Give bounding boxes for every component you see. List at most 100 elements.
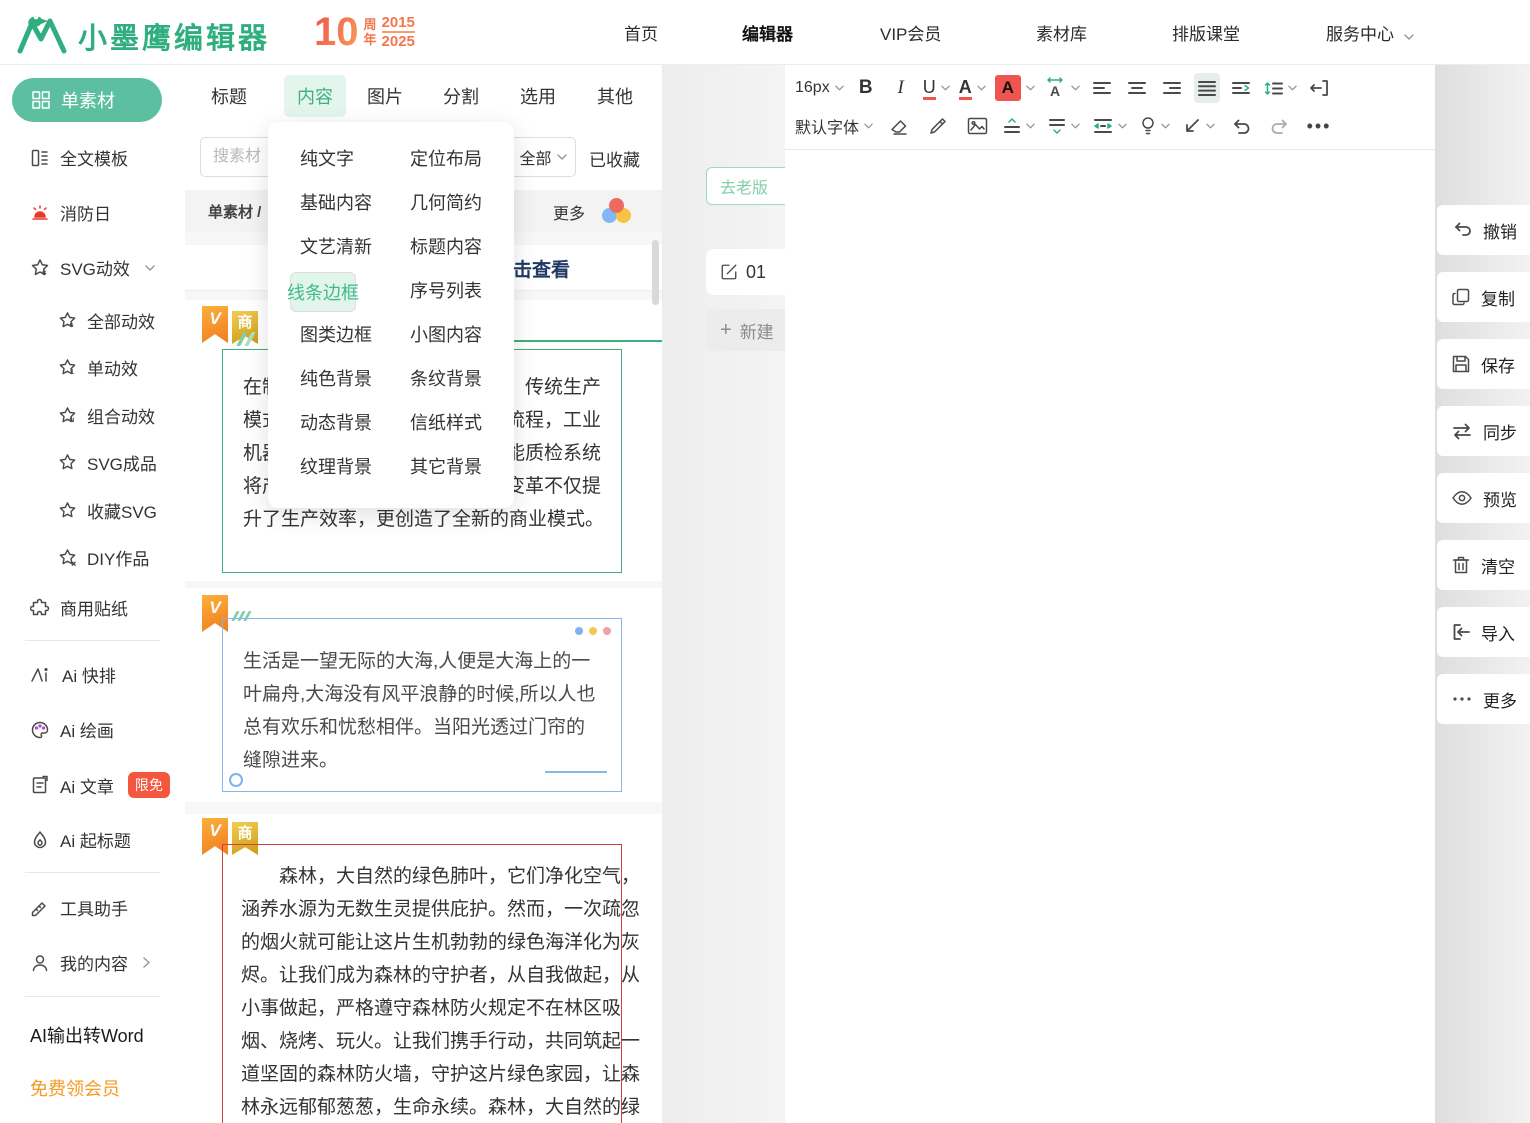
sidebar-item-fire-day[interactable]: 消防日 [30, 200, 111, 225]
new-page-button[interactable]: + 新建 [706, 309, 794, 351]
menu-item-basic-content[interactable]: 基础内容 [290, 184, 382, 220]
sidebar-item-ai-quick-layout[interactable]: Ai 快排 [30, 662, 116, 687]
margin-top-button[interactable] [1003, 111, 1035, 141]
page-tab-01[interactable]: 01 [706, 249, 794, 295]
align-center-button[interactable] [1124, 73, 1150, 103]
line-height-button[interactable] [1264, 73, 1297, 103]
import-action[interactable]: 导入 [1437, 607, 1530, 657]
menu-item-artsy-fresh[interactable]: 文艺清新 [290, 228, 382, 264]
letter-spacing-button[interactable]: A [1044, 73, 1080, 103]
tab-title[interactable]: 标题 [211, 83, 247, 109]
tab-other[interactable]: 其他 [597, 83, 633, 109]
free-vip-link[interactable]: 免费领会员 [30, 1075, 120, 1101]
sync-action[interactable]: 同步 [1437, 406, 1530, 456]
font-size-select[interactable]: 16px [795, 73, 844, 103]
format-painter-button[interactable] [925, 111, 951, 141]
sidebar-item-ai-title[interactable]: Ai 起标题 [30, 827, 131, 852]
toolbar-more-button[interactable]: ••• [1306, 111, 1332, 141]
menu-item-image-border[interactable]: 图类边框 [290, 316, 382, 352]
copy-action[interactable]: 复制 [1437, 272, 1530, 322]
sidebar-item-combo-animation[interactable]: N 组合动效 [58, 403, 155, 428]
font-color-button[interactable]: A [959, 73, 986, 103]
indent-button[interactable] [1229, 73, 1255, 103]
menu-item-other-bg[interactable]: 其它背景 [400, 448, 492, 484]
clear-action[interactable]: 清空 [1437, 540, 1530, 590]
align-right-button[interactable] [1159, 73, 1185, 103]
menu-item-solid-bg[interactable]: 纯色背景 [290, 360, 382, 396]
tab-divider[interactable]: 分割 [443, 83, 479, 109]
diagonal-arrow-button[interactable] [1183, 111, 1215, 141]
clear-format-button[interactable] [886, 111, 912, 141]
menu-item-small-image[interactable]: 小图内容 [400, 316, 492, 352]
insert-image-button[interactable] [964, 111, 990, 141]
more-link[interactable]: 更多 [553, 200, 585, 224]
nav-home[interactable]: 首页 [624, 20, 658, 45]
preview-action[interactable]: 预览 [1437, 473, 1530, 523]
eraser-icon [889, 116, 909, 136]
filter-select[interactable]: 全部 [510, 137, 576, 177]
nav-material-library[interactable]: 素材库 [1036, 20, 1087, 45]
more-action[interactable]: 更多 [1437, 674, 1530, 724]
align-left-button[interactable] [1089, 73, 1115, 103]
panel-scrollbar[interactable] [652, 240, 659, 305]
underline-button[interactable]: U [923, 73, 950, 103]
chevron-down-icon [941, 85, 950, 91]
margin-bottom-button[interactable] [1048, 111, 1080, 141]
align-justify-button[interactable] [1194, 73, 1220, 103]
save-action[interactable]: 保存 [1437, 339, 1530, 389]
sidebar-item-svg-animation[interactable]: s SVG动效 [30, 255, 155, 280]
sidebar-item-favorite-svg[interactable]: 收藏SVG [58, 498, 157, 523]
menu-item-pure-text[interactable]: 纯文字 [290, 140, 364, 176]
undo-button[interactable] [1228, 111, 1254, 141]
menu-item-position-layout[interactable]: 定位布局 [400, 140, 492, 176]
ai-to-word-link[interactable]: AI输出转Word [30, 1022, 144, 1048]
italic-button[interactable]: I [888, 73, 914, 103]
tab-content[interactable]: 内容 [284, 75, 346, 117]
favorited-button[interactable]: 已收藏 [589, 146, 640, 171]
nav-editor[interactable]: 编辑器 [742, 20, 793, 45]
material-card-line-border-red[interactable]: V 商 森林，大自然的绿色肺叶，它们净化空气， 涵养水源为无数生灵提供庇护。然而… [185, 814, 662, 1123]
sidebar-item-my-content[interactable]: 我的内容 [30, 950, 150, 975]
anniversary-year-from: 2015 [382, 14, 415, 33]
bold-button[interactable]: B [853, 73, 879, 103]
nav-typesetting-class[interactable]: 排版课堂 [1172, 20, 1240, 45]
menu-item-line-border[interactable]: 线条边框 [290, 272, 356, 312]
sidebar-item-label: 单素材 [61, 87, 115, 113]
nav-vip[interactable]: VIP会员 [880, 20, 941, 45]
redo-button[interactable] [1267, 111, 1293, 141]
image-icon [967, 117, 988, 135]
sidebar-item-single-material[interactable]: 单素材 [12, 78, 162, 122]
tab-selected[interactable]: 选用 [520, 83, 556, 109]
tab-image[interactable]: 图片 [367, 83, 403, 109]
top-header: 小墨鹰编辑器 10 周 年 2015 2025 首页 编辑器 VIP会员 素材库… [0, 0, 1530, 65]
sidebar-item-diy-works[interactable]: DIY作品 [58, 545, 149, 570]
sidebar-item-all-animations[interactable]: s 全部动效 [58, 308, 155, 333]
brush-icon [928, 116, 948, 136]
menu-item-letter-style[interactable]: 信纸样式 [400, 404, 492, 440]
nav-service-center[interactable]: 服务中心 [1326, 20, 1414, 45]
sidebar-item-commercial-stickers[interactable]: 商用贴纸 [30, 595, 128, 620]
sidebar-item-tool-assistant[interactable]: 工具助手 [30, 895, 128, 920]
outdent-collapse-button[interactable] [1306, 73, 1332, 103]
sidebar-item-svg-finished[interactable]: SVG成品 [58, 450, 157, 475]
menu-item-dynamic-bg[interactable]: 动态背景 [290, 404, 382, 440]
menu-item-texture-bg[interactable]: 纹理背景 [290, 448, 382, 484]
highlight-tip-button[interactable] [1140, 111, 1170, 141]
star-1-icon: 1 [58, 358, 77, 377]
sidebar-item-full-template[interactable]: 全文模板 [30, 145, 128, 170]
undo-action[interactable]: 撤销 [1437, 205, 1530, 255]
sidebar-item-ai-article[interactable]: Ai 文章 限免 [30, 772, 170, 798]
highlight-color-button[interactable]: A [995, 73, 1035, 103]
menu-item-stripe-bg[interactable]: 条纹背景 [400, 360, 492, 396]
go-old-version-button[interactable]: 去老版 [706, 167, 792, 205]
font-family-select[interactable]: 默认字体 [795, 111, 873, 141]
menu-item-title-content[interactable]: 标题内容 [400, 228, 492, 264]
sidebar-item-ai-painting[interactable]: Ai 绘画 [30, 717, 114, 742]
menu-item-geometric[interactable]: 几何简约 [400, 184, 492, 220]
menu-item-numbered-list[interactable]: 序号列表 [400, 272, 492, 308]
padding-button[interactable] [1093, 111, 1127, 141]
editor-canvas[interactable]: 16px B I U A A A [785, 65, 1435, 1123]
material-card-line-border-blue[interactable]: V 生活是一望无际的大海,人便是大海上的一 叶扁舟,大海没有风平浪静的时候,所以… [185, 588, 662, 802]
grid-icon [31, 90, 51, 110]
sidebar-item-single-animation[interactable]: 1 单动效 [58, 355, 138, 380]
